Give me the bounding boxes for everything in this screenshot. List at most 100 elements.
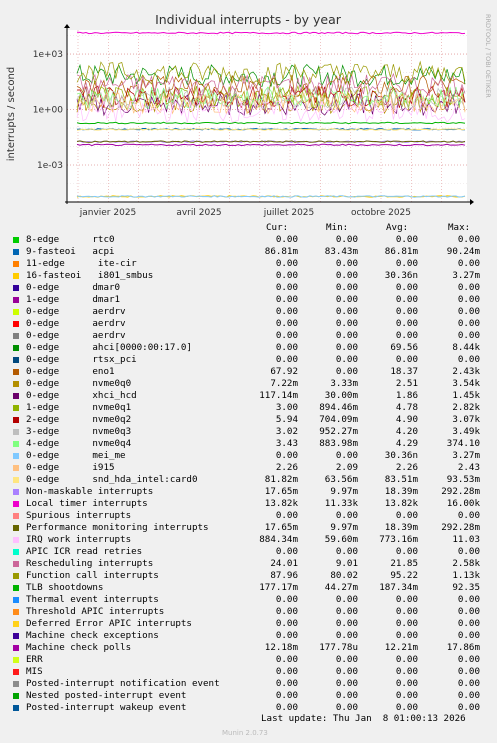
legend-label: 0-edge aerdrv: [26, 306, 126, 317]
legend-label: 0-edge i915: [26, 462, 115, 473]
legend-row: 1-edge nvme0q1 3.00 894.46m 4.78 2.82k: [0, 402, 497, 414]
legend-max: 0.00: [457, 690, 480, 701]
chart-title: Individual interrupts - by year: [155, 12, 342, 27]
legend-row: 0-edge dmar0 0.00 0.00 0.00 0.00: [0, 282, 497, 294]
legend-swatch: [13, 477, 19, 483]
legend-label: APIC ICR read retries: [26, 546, 143, 557]
legend-max: 0.00: [457, 258, 480, 269]
legend-swatch: [13, 549, 19, 555]
legend-max: 374.10: [446, 438, 480, 449]
legend-swatch: [13, 345, 19, 351]
legend-max: 3.07k: [452, 414, 480, 425]
legend-max: 0.00: [457, 330, 480, 341]
legend-label: Local timer interrupts: [26, 498, 148, 509]
legend-swatch: [13, 405, 19, 411]
legend-avg: 30.36n: [384, 450, 418, 461]
legend-label: 0-edge rtsx_pci: [26, 354, 137, 365]
legend-avg: 0.00: [395, 282, 418, 293]
legend-max: 17.86m: [446, 642, 480, 653]
legend-label: Rescheduling interrupts: [26, 558, 154, 569]
legend-swatch: [13, 273, 19, 279]
y-axis-label: interrupts / second: [6, 67, 17, 161]
legend-avg: 21.85: [390, 558, 418, 569]
legend-swatch: [13, 237, 19, 243]
legend-avg: 86.81m: [384, 246, 418, 257]
legend-max: 93.53m: [446, 474, 480, 485]
legend-swatch: [13, 357, 19, 363]
legend-swatch: [13, 321, 19, 327]
legend-max: 92.35: [452, 582, 480, 593]
legend-label: 11-edge ite-cir: [26, 258, 137, 269]
col-header-cur: Cur:: [266, 222, 289, 233]
legend-avg: 0.00: [395, 306, 418, 317]
legend-avg: 0.00: [395, 606, 418, 617]
legend-max: 2.43: [457, 462, 480, 473]
legend-avg: 83.51m: [384, 474, 418, 485]
legend-max: 292.28m: [441, 486, 480, 497]
legend-avg: 2.51: [395, 378, 418, 389]
legend-label: Machine check exceptions: [26, 630, 159, 641]
col-header-avg: Avg:: [386, 222, 409, 233]
legend-avg: 0.00: [395, 294, 418, 305]
x-tick-labels: janvier 2025 avril 2025 juillet 2025 octobr…: [79, 208, 411, 218]
legend-label: 0-edge nvme0q0: [26, 378, 132, 389]
legend-max: 0.00: [457, 618, 480, 629]
legend-max: 0.00: [457, 234, 480, 245]
legend-swatch: [13, 393, 19, 399]
legend-row: 2-edge nvme0q2 5.94 704.09m 4.90 3.07k: [0, 414, 497, 426]
x-tick-label: avril 2025: [176, 208, 221, 218]
legend-avg: 69.56: [390, 342, 418, 353]
legend-max: 2.58k: [452, 558, 480, 569]
x-tick-label: janvier 2025: [79, 208, 137, 218]
legend-swatch: [13, 645, 19, 651]
legend-label: ERR: [26, 654, 43, 665]
legend-avg: 0.00: [395, 510, 418, 521]
legend-max: 0.00: [457, 654, 480, 665]
legend-max: 0.00: [457, 294, 480, 305]
legend-max: 3.49k: [452, 426, 480, 437]
legend-max: 0.00: [457, 666, 480, 677]
legend-avg: 12.21m: [384, 642, 418, 653]
legend-swatch: [13, 297, 19, 303]
legend-label: MIS: [26, 666, 43, 677]
legend-swatch: [13, 573, 19, 579]
legend-max: 0.00: [457, 354, 480, 365]
legend-max: 0.00: [457, 630, 480, 641]
legend-row: Posted-interrupt notification event 0.00 0…: [0, 678, 497, 690]
legend-swatch: [13, 705, 19, 711]
legend-label: Posted-interrupt notification event: [26, 678, 220, 689]
legend-max: 3.27m: [452, 450, 480, 461]
legend-swatch: [13, 489, 19, 495]
legend-max: 0.00: [457, 678, 480, 689]
legend-max: 292.28m: [441, 522, 480, 533]
legend-row: 0-edge mei_me 0.00 0.00 30.36n 3.27m: [0, 450, 497, 462]
legend-swatch: [13, 381, 19, 387]
legend-swatch: [13, 333, 19, 339]
legend-label: Machine check polls: [26, 642, 132, 653]
y-tick-labels: 1e+03 1e+00 1e-03: [33, 50, 64, 171]
legend-label: 0-edge snd_hda_intel:card0: [26, 474, 198, 485]
legend-avg: 0.00: [395, 594, 418, 605]
legend-row: 0-edge aerdrv 0.00 0.00 0.00 0.00: [0, 318, 497, 330]
legend-swatch: [13, 609, 19, 615]
legend-row: 0-edge aerdrv 0.00 0.00 0.00 0.00: [0, 306, 497, 318]
legend-max: 16.00k: [446, 498, 480, 509]
legend-label: 0-edge ahci[0000:00:17.0]: [26, 342, 192, 353]
legend-swatch: [13, 585, 19, 591]
legend-swatch: [13, 597, 19, 603]
legend-row: 8-edge rtc0 0.00 0.00 0.00 0.00: [0, 234, 497, 246]
legend-max: 0.00: [457, 306, 480, 317]
legend-label: 1-edge dmar1: [26, 294, 121, 305]
legend-max: 0.00: [457, 594, 480, 605]
legend-max: 2.82k: [452, 402, 480, 413]
legend-label: 9-fasteoi acpi: [26, 246, 115, 257]
legend-avg: 773.16m: [379, 534, 418, 545]
legend-swatch: [13, 249, 19, 255]
legend-label: 4-edge nvme0q4: [26, 438, 132, 449]
legend-swatch: [13, 501, 19, 507]
legend-swatch: [13, 681, 19, 687]
legend-label: 2-edge nvme0q2: [26, 414, 132, 425]
legend-row: 0-edge ahci[0000:00:17.0] 0.00 0.00 69.56 8.…: [0, 342, 497, 354]
x-tick-label: juillet 2025: [263, 208, 315, 218]
legend-label: Performance monitoring interrupts: [26, 522, 209, 533]
